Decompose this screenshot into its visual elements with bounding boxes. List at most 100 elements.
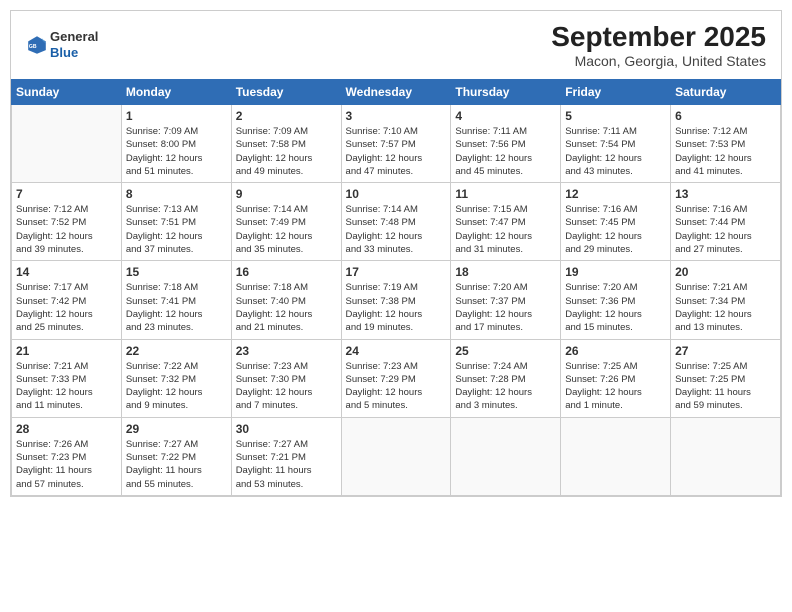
calendar-cell [671,417,781,495]
day-info: Sunrise: 7:11 AM Sunset: 7:54 PM Dayligh… [565,125,666,178]
day-number: 6 [675,109,776,123]
day-info: Sunrise: 7:12 AM Sunset: 7:53 PM Dayligh… [675,125,776,178]
day-info: Sunrise: 7:19 AM Sunset: 7:38 PM Dayligh… [346,281,447,334]
day-info: Sunrise: 7:23 AM Sunset: 7:30 PM Dayligh… [236,360,337,413]
calendar-title: September 2025 [551,21,766,53]
day-number: 20 [675,265,776,279]
col-saturday: Saturday [671,80,781,105]
day-number: 2 [236,109,337,123]
day-number: 24 [346,344,447,358]
day-number: 30 [236,422,337,436]
day-info: Sunrise: 7:14 AM Sunset: 7:49 PM Dayligh… [236,203,337,256]
day-number: 19 [565,265,666,279]
calendar-cell: 18Sunrise: 7:20 AM Sunset: 7:37 PM Dayli… [451,261,561,339]
day-number: 1 [126,109,227,123]
calendar-cell: 22Sunrise: 7:22 AM Sunset: 7:32 PM Dayli… [121,339,231,417]
calendar-cell: 26 Sunrise: 7:25 AM Sunset: 7:26 PM Dayli… [561,339,671,417]
day-number: 18 [455,265,556,279]
day-number: 8 [126,187,227,201]
calendar-cell: 8 Sunrise: 7:13 AM Sunset: 7:51 PM Daylig… [121,183,231,261]
week-row-4: 21Sunrise: 7:21 AM Sunset: 7:33 PM Dayli… [12,339,781,417]
day-info: Sunrise: 7:13 AM Sunset: 7:51 PM Dayligh… [126,203,227,256]
day-info: Sunrise: 7:10 AM Sunset: 7:57 PM Dayligh… [346,125,447,178]
day-number: 26 [565,344,666,358]
week-row-2: 7Sunrise: 7:12 AM Sunset: 7:52 PM Daylig… [12,183,781,261]
col-tuesday: Tuesday [231,80,341,105]
calendar-cell: 1Sunrise: 7:09 AM Sunset: 8:00 PM Daylig… [121,105,231,183]
week-row-3: 14 Sunrise: 7:17 AM Sunset: 7:42 PM Dayli… [12,261,781,339]
calendar-cell: 5Sunrise: 7:11 AM Sunset: 7:54 PM Daylig… [561,105,671,183]
calendar-cell: 25 Sunrise: 7:24 AM Sunset: 7:28 PM Dayli… [451,339,561,417]
day-info: Sunrise: 7:22 AM Sunset: 7:32 PM Dayligh… [126,360,227,413]
day-info: Sunrise: 7:25 AM Sunset: 7:26 PM Dayligh… [565,360,666,413]
calendar-cell: 6 Sunrise: 7:12 AM Sunset: 7:53 PM Daylig… [671,105,781,183]
title-block: September 2025 Macon, Georgia, United St… [551,21,766,69]
day-info: Sunrise: 7:25 AM Sunset: 7:25 PM Dayligh… [675,360,776,413]
calendar-cell: 19 Sunrise: 7:20 AM Sunset: 7:36 PM Dayli… [561,261,671,339]
col-thursday: Thursday [451,80,561,105]
day-number: 10 [346,187,447,201]
calendar-subtitle: Macon, Georgia, United States [551,53,766,69]
calendar-cell: 21Sunrise: 7:21 AM Sunset: 7:33 PM Dayli… [12,339,122,417]
calendar-cell: 17 Sunrise: 7:19 AM Sunset: 7:38 PM Dayli… [341,261,451,339]
day-info: Sunrise: 7:21 AM Sunset: 7:34 PM Dayligh… [675,281,776,334]
calendar-cell [561,417,671,495]
day-info: Sunrise: 7:11 AM Sunset: 7:56 PM Dayligh… [455,125,556,178]
col-wednesday: Wednesday [341,80,451,105]
calendar-cell: 12 Sunrise: 7:16 AM Sunset: 7:45 PM Dayli… [561,183,671,261]
day-number: 12 [565,187,666,201]
calendar-cell: 4 Sunrise: 7:11 AM Sunset: 7:56 PM Daylig… [451,105,561,183]
logo-general: General [50,29,98,45]
calendar-cell: 27 Sunrise: 7:25 AM Sunset: 7:25 PM Dayli… [671,339,781,417]
day-info: Sunrise: 7:16 AM Sunset: 7:45 PM Dayligh… [565,203,666,256]
day-info: Sunrise: 7:15 AM Sunset: 7:47 PM Dayligh… [455,203,556,256]
calendar-cell: 2 Sunrise: 7:09 AM Sunset: 7:58 PM Daylig… [231,105,341,183]
day-number: 13 [675,187,776,201]
day-number: 15 [126,265,227,279]
day-info: Sunrise: 7:26 AM Sunset: 7:23 PM Dayligh… [16,438,117,491]
calendar-cell: 14 Sunrise: 7:17 AM Sunset: 7:42 PM Dayli… [12,261,122,339]
calendar-cell: 9Sunrise: 7:14 AM Sunset: 7:49 PM Daylig… [231,183,341,261]
col-friday: Friday [561,80,671,105]
day-number: 14 [16,265,117,279]
logo-icon: GB [26,34,48,56]
day-info: Sunrise: 7:20 AM Sunset: 7:36 PM Dayligh… [565,281,666,334]
calendar-cell: 29Sunrise: 7:27 AM Sunset: 7:22 PM Dayli… [121,417,231,495]
calendar-cell: 28Sunrise: 7:26 AM Sunset: 7:23 PM Dayli… [12,417,122,495]
calendar-cell: 20 Sunrise: 7:21 AM Sunset: 7:34 PM Dayli… [671,261,781,339]
day-number: 4 [455,109,556,123]
calendar-cell: 11Sunrise: 7:15 AM Sunset: 7:47 PM Dayli… [451,183,561,261]
day-info: Sunrise: 7:16 AM Sunset: 7:44 PM Dayligh… [675,203,776,256]
day-info: Sunrise: 7:17 AM Sunset: 7:42 PM Dayligh… [16,281,117,334]
logo-blue: Blue [50,45,98,61]
day-number: 16 [236,265,337,279]
calendar-header: GB General Blue September 2025 Macon, Ge… [11,11,781,74]
day-number: 7 [16,187,117,201]
calendar-cell [341,417,451,495]
day-number: 17 [346,265,447,279]
day-number: 27 [675,344,776,358]
day-info: Sunrise: 7:21 AM Sunset: 7:33 PM Dayligh… [16,360,117,413]
svg-text:GB: GB [29,44,37,50]
calendar-container: GB General Blue September 2025 Macon, Ge… [10,10,782,497]
calendar-cell: 7Sunrise: 7:12 AM Sunset: 7:52 PM Daylig… [12,183,122,261]
day-info: Sunrise: 7:27 AM Sunset: 7:21 PM Dayligh… [236,438,337,491]
col-sunday: Sunday [12,80,122,105]
day-info: Sunrise: 7:09 AM Sunset: 7:58 PM Dayligh… [236,125,337,178]
day-info: Sunrise: 7:24 AM Sunset: 7:28 PM Dayligh… [455,360,556,413]
col-monday: Monday [121,80,231,105]
calendar-cell [451,417,561,495]
calendar-table: Sunday Monday Tuesday Wednesday Thursday… [11,79,781,496]
calendar-cell: 15 Sunrise: 7:18 AM Sunset: 7:41 PM Dayli… [121,261,231,339]
calendar-cell: 24Sunrise: 7:23 AM Sunset: 7:29 PM Dayli… [341,339,451,417]
calendar-cell: 23Sunrise: 7:23 AM Sunset: 7:30 PM Dayli… [231,339,341,417]
calendar-cell: 30 Sunrise: 7:27 AM Sunset: 7:21 PM Dayli… [231,417,341,495]
logo: GB General Blue [26,29,98,60]
day-number: 3 [346,109,447,123]
day-info: Sunrise: 7:14 AM Sunset: 7:48 PM Dayligh… [346,203,447,256]
day-number: 25 [455,344,556,358]
calendar-cell: 16 Sunrise: 7:18 AM Sunset: 7:40 PM Dayli… [231,261,341,339]
week-row-1: 1Sunrise: 7:09 AM Sunset: 8:00 PM Daylig… [12,105,781,183]
day-info: Sunrise: 7:18 AM Sunset: 7:40 PM Dayligh… [236,281,337,334]
day-info: Sunrise: 7:18 AM Sunset: 7:41 PM Dayligh… [126,281,227,334]
